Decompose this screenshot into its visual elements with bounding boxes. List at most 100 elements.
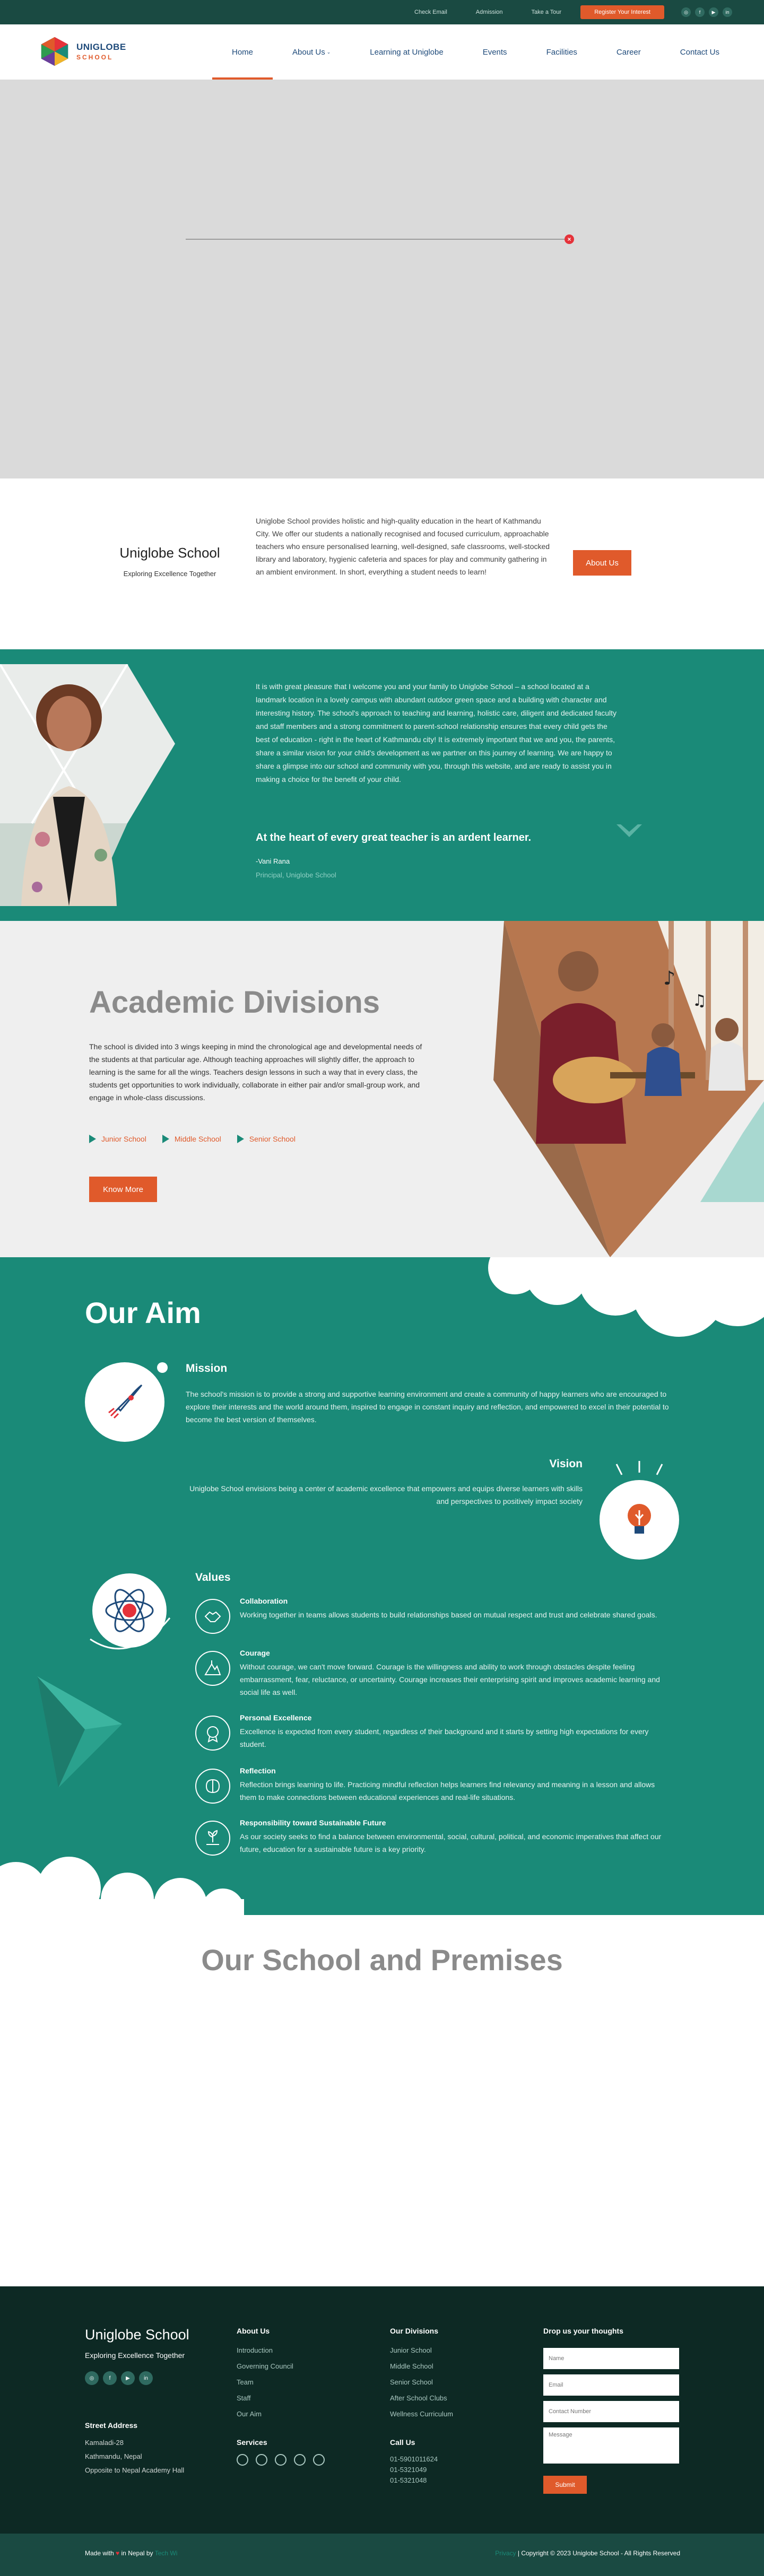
senior-school-link[interactable]: Senior School: [237, 1135, 296, 1143]
sports-icon[interactable]: [313, 2454, 325, 2466]
division-links: Junior School Middle School Senior Schoo…: [89, 1135, 296, 1143]
transport-icon[interactable]: [256, 2454, 267, 2466]
mission-text: The school's mission is to provide a str…: [186, 1390, 669, 1424]
health-icon[interactable]: [275, 2454, 286, 2466]
nav-learning[interactable]: Learning at Uniglobe: [350, 24, 463, 80]
library-icon[interactable]: [294, 2454, 306, 2466]
nav-home[interactable]: Home: [212, 24, 273, 80]
nav-career[interactable]: Career: [597, 24, 661, 80]
footer-link-governing-council[interactable]: Governing Council: [237, 2359, 293, 2374]
message-field[interactable]: [543, 2427, 679, 2464]
footer-link-junior[interactable]: Junior School: [390, 2343, 453, 2359]
street-address-title: Street Address: [85, 2421, 138, 2430]
intro-text: Uniglobe School provides holistic and hi…: [256, 517, 550, 576]
name-field[interactable]: [543, 2348, 679, 2369]
principal-message-section: It is with great pleasure that I welcome…: [0, 649, 764, 921]
vision-text: Uniglobe School envisions being a center…: [189, 1484, 583, 1505]
junior-school-link[interactable]: Junior School: [89, 1135, 146, 1143]
nav-facilities[interactable]: Facilities: [527, 24, 597, 80]
topbar-social: ◎ f ▶ in: [681, 7, 732, 17]
phone-number[interactable]: 01-5321048: [390, 2475, 438, 2486]
premises-section: Our School and Premises: [0, 1915, 764, 2286]
chevron-down-icon: [617, 824, 642, 837]
medal-icon: [195, 1716, 230, 1751]
nav-contact-us[interactable]: Contact Us: [661, 24, 739, 80]
facebook-icon[interactable]: f: [695, 7, 705, 17]
footer-link-introduction[interactable]: Introduction: [237, 2343, 293, 2359]
vision-title: Vision: [549, 1458, 583, 1470]
nav-about-us[interactable]: About Us ⌄: [273, 24, 350, 80]
intro-subtitle: Exploring Excellence Together: [123, 570, 216, 578]
email-field[interactable]: [543, 2374, 679, 2396]
submit-button[interactable]: Submit: [543, 2476, 587, 2494]
footer-link-clubs[interactable]: After School Clubs: [390, 2390, 453, 2406]
value-title: Responsibility toward Sustainable Future: [240, 1818, 386, 1827]
footer-link-team[interactable]: Team: [237, 2374, 293, 2390]
footer-link-senior[interactable]: Senior School: [390, 2374, 453, 2390]
mountain-flag-icon: [195, 1651, 230, 1686]
contact-number-field[interactable]: [543, 2401, 679, 2422]
youtube-icon[interactable]: ▶: [121, 2371, 135, 2385]
principal-name: -Vani Rana: [256, 857, 290, 865]
phone-number[interactable]: 01-5321049: [390, 2465, 438, 2475]
know-more-button[interactable]: Know More: [89, 1177, 157, 1202]
footer-link-wellness[interactable]: Wellness Curriculum: [390, 2406, 453, 2422]
made-with-credit: Made with ♥ in Nepal by Tech Wi: [85, 2549, 177, 2557]
principal-role: Principal, Uniglobe School: [256, 871, 336, 879]
privacy-link[interactable]: Privacy: [495, 2549, 516, 2557]
register-interest-button[interactable]: Register Your Interest: [580, 5, 664, 19]
footer-school-name: Uniglobe School: [85, 2327, 189, 2343]
academic-text: The school is divided into 3 wings keepi…: [89, 1042, 422, 1102]
facebook-icon[interactable]: f: [103, 2371, 117, 2385]
address-line: Kathmandu, Nepal: [85, 2452, 142, 2460]
orbit-decoration: [90, 1617, 171, 1650]
principal-quote: At the heart of every great teacher is a…: [256, 832, 532, 843]
school-logo[interactable]: UNIGLOBE SCHOOL: [38, 35, 126, 68]
admission-link[interactable]: Admission: [466, 9, 513, 15]
svg-text:♫: ♫: [692, 991, 707, 1010]
phone-number[interactable]: 01-5901011624: [390, 2454, 438, 2465]
footer-link-middle[interactable]: Middle School: [390, 2359, 453, 2374]
footer-link-staff[interactable]: Staff: [237, 2390, 293, 2406]
check-email-link[interactable]: Check Email: [405, 9, 457, 15]
intro-title: Uniglobe School: [119, 545, 220, 561]
linkedin-icon[interactable]: in: [723, 7, 732, 17]
about-us-button[interactable]: About Us: [573, 550, 631, 576]
footer-call-title: Call Us: [390, 2438, 415, 2447]
hero-video[interactable]: ×: [0, 80, 764, 478]
footer-call-us: Call Us 01-5901011624 01-5321049 01-5321…: [390, 2438, 438, 2486]
premises-title: Our School and Premises: [201, 1943, 563, 1977]
instagram-icon[interactable]: ◎: [85, 2371, 99, 2385]
in-nepal-label: in Nepal by: [121, 2549, 153, 2557]
made-with-label: Made with: [85, 2549, 114, 2557]
svg-text:♪: ♪: [663, 968, 675, 989]
mission-title: Mission: [186, 1362, 228, 1374]
footer-services-title: Services: [237, 2438, 267, 2447]
linkedin-icon[interactable]: in: [139, 2371, 153, 2385]
agency-link[interactable]: Tech Wi: [155, 2549, 178, 2557]
close-icon[interactable]: ×: [565, 234, 574, 244]
bottom-bar: Made with ♥ in Nepal by Tech Wi Privacy …: [0, 2534, 764, 2576]
nav-events[interactable]: Events: [463, 24, 527, 80]
instagram-icon[interactable]: ◎: [681, 7, 691, 17]
top-utility-bar: Check Email Admission Take a Tour Regist…: [0, 0, 764, 24]
decorative-dot: [157, 1362, 168, 1373]
contact-form: Drop us your thoughts Submit: [543, 2327, 679, 2494]
value-title: Personal Excellence: [240, 1713, 312, 1722]
footer-divisions-column: Our Divisions Junior School Middle Schoo…: [390, 2327, 453, 2422]
cafeteria-icon[interactable]: [237, 2454, 248, 2466]
footer-divisions-title: Our Divisions: [390, 2327, 439, 2335]
take-tour-link[interactable]: Take a Tour: [522, 9, 571, 15]
play-arrow-icon: [89, 1135, 96, 1143]
principal-photo: [0, 664, 175, 906]
video-progress-bar[interactable]: [186, 239, 568, 240]
site-footer: Uniglobe School Exploring Excellence Tog…: [0, 2286, 764, 2534]
value-text: Without courage, we can't move forward. …: [240, 1663, 660, 1696]
junior-school-label: Junior School: [101, 1135, 146, 1143]
footer-link-our-aim[interactable]: Our Aim: [237, 2406, 293, 2422]
logo-globe-icon: [41, 37, 68, 66]
middle-school-link[interactable]: Middle School: [162, 1135, 221, 1143]
youtube-icon[interactable]: ▶: [709, 7, 718, 17]
our-aim-title: Our Aim: [85, 1296, 201, 1329]
light-rays-decoration: [615, 1461, 663, 1475]
